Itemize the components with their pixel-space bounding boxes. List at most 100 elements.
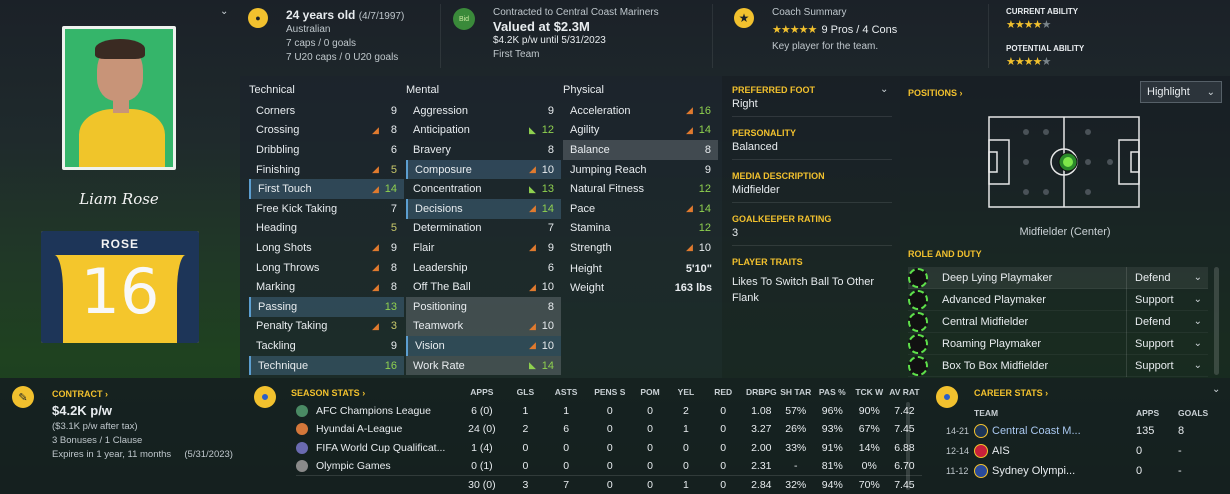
competition-icon: [296, 441, 308, 454]
attribute-row[interactable]: Tackling 9: [249, 336, 404, 356]
attribute-row[interactable]: Dribbling 6: [249, 140, 404, 160]
attribute-row[interactable]: Concentration ◣ 13: [406, 179, 561, 199]
attribute-row[interactable]: Heading 5: [249, 219, 404, 239]
career-goals: -: [1178, 465, 1182, 477]
attribute-row[interactable]: Marking ◢ 8: [249, 277, 404, 297]
chevron-down-icon[interactable]: ⌄: [1212, 384, 1220, 395]
duty-dropdown[interactable]: Support ⌄: [1126, 332, 1208, 355]
attribute-name: Teamwork: [413, 320, 464, 333]
attribute-row[interactable]: Long Throws ◢ 8: [249, 258, 404, 278]
potential-ability-stars: ★★★★★: [1006, 56, 1051, 68]
role-row[interactable]: Central Midfielder Defend ⌄: [908, 310, 1208, 333]
season-stat-value: 1.08: [751, 404, 772, 417]
attribute-row[interactable]: Pace ◢ 14: [563, 199, 718, 219]
attribute-name: Passing: [258, 300, 298, 313]
season-row[interactable]: AFC Champions League 6 (0) 1 1 0 0 2 0 1.08 57% 96…: [296, 402, 922, 421]
attribute-row[interactable]: Positioning 8: [406, 296, 561, 317]
player-trait[interactable]: Likes To Switch Ball To Other Flank: [732, 274, 882, 306]
season-stat-value: 1: [522, 404, 529, 417]
attribute-value: 12: [541, 124, 554, 137]
attribute-row[interactable]: Composure ◢ 10: [406, 159, 561, 180]
attribute-row[interactable]: Passing 13: [249, 296, 404, 317]
attribute-row[interactable]: Jumping Reach 9: [563, 160, 718, 180]
attribute-row[interactable]: Long Shots ◢ 9: [249, 238, 404, 258]
attribute-row[interactable]: Corners 9: [249, 101, 404, 121]
duty-dropdown[interactable]: Support ⌄: [1126, 354, 1208, 377]
attribute-row[interactable]: Decisions ◢ 14: [406, 198, 561, 219]
scrollbar[interactable]: [906, 402, 910, 490]
attribute-row[interactable]: Vision ◢ 10: [406, 336, 561, 356]
attribute-row[interactable]: Off The Ball ◢ 10: [406, 277, 561, 297]
season-col-header: PAS %: [818, 387, 846, 398]
attribute-row[interactable]: Strength ◢ 10: [563, 238, 718, 258]
attribute-row[interactable]: Work Rate ◣ 14: [406, 355, 561, 376]
role-row[interactable]: Advanced Playmaker Support ⌄: [908, 288, 1208, 311]
trend-down-icon: ◢: [686, 242, 693, 253]
role-row[interactable]: Roaming Playmaker Support ⌄: [908, 332, 1208, 355]
attribute-row[interactable]: Penalty Taking ◢ 3: [249, 317, 404, 337]
preferred-foot-label: PREFERRED FOOT: [732, 85, 816, 95]
attribute-name: Concentration: [413, 183, 482, 196]
attribute-row[interactable]: Agility ◢ 14: [563, 121, 718, 141]
positions-title[interactable]: POSITIONS ›: [908, 88, 963, 98]
attribute-row[interactable]: Determination 7: [406, 219, 561, 239]
season-row[interactable]: 30 (0) 3 7 0 0 1 0 2.84 32% 94% 70% 7.45: [296, 475, 922, 494]
career-goals: -: [1178, 445, 1182, 457]
season-stat-value: 2.31: [751, 460, 772, 472]
attribute-row[interactable]: Stamina 12: [563, 219, 718, 239]
attribute-row[interactable]: Aggression 9: [406, 101, 561, 121]
contract-expiry: Expires in 1 year, 11 months (5/31/2023): [52, 449, 233, 460]
attribute-row[interactable]: Finishing ◢ 5: [249, 160, 404, 180]
competition-icon: [296, 404, 308, 417]
contract-title[interactable]: CONTRACT ›: [52, 389, 108, 399]
attribute-row[interactable]: Acceleration ◢ 16: [563, 101, 718, 121]
attribute-value: 10: [698, 241, 711, 254]
attribute-row[interactable]: First Touch ◢ 14: [249, 179, 404, 199]
attribute-value: 10: [541, 163, 554, 176]
col-goals: GOALS: [1178, 408, 1209, 418]
competition-name: FIFA World Cup Qualificat...: [316, 441, 446, 454]
role-row[interactable]: Deep Lying Playmaker Defend ⌄: [908, 266, 1208, 289]
season-stat-value: 6: [563, 423, 570, 436]
attribute-row[interactable]: Balance 8: [563, 140, 718, 160]
attribute-row[interactable]: Anticipation ◣ 12: [406, 121, 561, 141]
season-stat-value: 91%: [821, 441, 843, 454]
duty-dropdown[interactable]: Support ⌄: [1126, 288, 1208, 311]
attribute-value: 6: [390, 143, 397, 156]
season-row[interactable]: Olympic Games 0 (1) 0 0 0 0 0 0 2.31 - 81% 0% 6.70: [296, 457, 922, 476]
attribute-row[interactable]: Natural Fitness 12: [563, 179, 718, 199]
season-stat-value: 2.00: [751, 441, 772, 454]
career-stats-title[interactable]: CAREER STATS ›: [974, 388, 1048, 398]
chevron-down-icon[interactable]: ⌄: [880, 84, 888, 95]
club-name[interactable]: Central Coast M...: [992, 425, 1136, 437]
attribute-row[interactable]: Leadership 6: [406, 258, 561, 278]
attribute-row[interactable]: Flair ◢ 9: [406, 238, 561, 258]
career-row[interactable]: 12-14 AIS 0 -: [922, 441, 1230, 461]
bid-icon[interactable]: Bid: [453, 8, 475, 30]
season-stat-value: 26%: [785, 423, 807, 436]
career-row[interactable]: 14-21 Central Coast M... 135 8: [922, 421, 1230, 441]
season-stat-value: 0 (1): [471, 460, 493, 472]
season-col-header: YEL: [677, 387, 695, 398]
duty-dropdown[interactable]: Defend ⌄: [1126, 310, 1208, 333]
season-row[interactable]: Hyundai A-League 24 (0) 2 6 0 0 1 0 3.27 26% 93% 67…: [296, 420, 922, 439]
club-name[interactable]: Sydney Olympi...: [992, 465, 1136, 477]
attribute-value: 9: [704, 163, 711, 176]
season-col-header: TCK W: [855, 387, 884, 398]
attribute-name: Penalty Taking: [256, 320, 328, 333]
chevron-down-icon[interactable]: ⌄: [220, 6, 228, 17]
club-name[interactable]: AIS: [992, 445, 1136, 457]
pencil-icon: ✎: [12, 386, 34, 408]
trend-down-icon: ◢: [372, 124, 379, 135]
attribute-row[interactable]: Bravery 8: [406, 140, 561, 160]
scrollbar[interactable]: [1214, 267, 1219, 375]
career-row[interactable]: 11-12 Sydney Olympi... 0 -: [922, 461, 1230, 481]
role-row[interactable]: Box To Box Midfielder Support ⌄: [908, 354, 1208, 377]
season-row[interactable]: FIFA World Cup Qualificat... 1 (4) 0 0 0 0 0 0 2…: [296, 439, 922, 458]
attribute-row[interactable]: Crossing ◢ 8: [249, 121, 404, 141]
attribute-row[interactable]: Technique 16: [249, 355, 404, 376]
attribute-row[interactable]: Free Kick Taking 7: [249, 199, 404, 219]
view-dropdown[interactable]: Highlight ⌄: [1140, 81, 1222, 103]
duty-dropdown[interactable]: Defend ⌄: [1126, 266, 1208, 289]
attribute-row[interactable]: Teamwork ◢ 10: [406, 316, 561, 337]
